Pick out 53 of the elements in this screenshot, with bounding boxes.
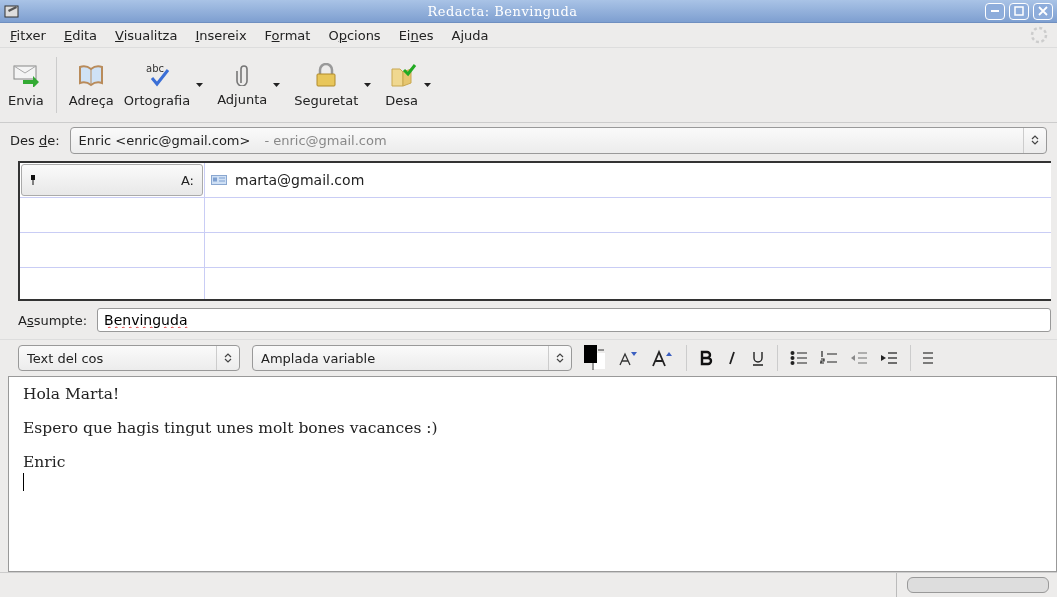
- body-paragraph: Hola Marta!: [23, 385, 121, 403]
- close-icon: [1038, 6, 1048, 16]
- menu-item[interactable]: Ajuda: [449, 27, 491, 43]
- bullet-list-icon[interactable]: [790, 350, 808, 366]
- paperclip-icon: [236, 63, 249, 86]
- text-color-icon[interactable]: [584, 345, 606, 371]
- subject-label: Assumpte:: [18, 312, 88, 328]
- pin-icon: [30, 175, 36, 185]
- numbered-list-icon[interactable]: [820, 350, 838, 366]
- toolbar-button[interactable]: Adjunta: [213, 59, 272, 111]
- indent-icon[interactable]: [880, 350, 898, 366]
- menu-item[interactable]: Visualitza: [113, 27, 180, 43]
- envelope-arrow-icon: [10, 62, 41, 87]
- font-smaller-icon[interactable]: [618, 349, 640, 367]
- font-dropdown[interactable]: Amplada variable: [252, 345, 572, 371]
- toolbar-button[interactable]: Adreça: [64, 58, 118, 112]
- outdent-icon[interactable]: [850, 350, 868, 366]
- menu-item[interactable]: Eines: [396, 27, 436, 43]
- spinner-arrows-icon: [556, 352, 564, 364]
- dropdown-arrow-icon[interactable]: [273, 83, 281, 87]
- menu-item[interactable]: Fitxer: [8, 27, 48, 43]
- from-label: Des de:: [10, 132, 60, 148]
- spinner-arrows-icon: [1031, 134, 1039, 146]
- dropdown-arrow-icon[interactable]: [196, 83, 204, 87]
- paragraph-style-dropdown[interactable]: Text del cos: [18, 345, 240, 371]
- minimize-icon: [991, 10, 999, 12]
- recipient-field[interactable]: marta@gmail.com: [235, 172, 365, 188]
- subject-field[interactable]: Benvinguda: [97, 308, 1051, 332]
- toolbar-button[interactable]: Seguretat: [290, 58, 363, 112]
- app-icon: [4, 4, 20, 18]
- maximize-icon: [1014, 6, 1024, 16]
- message-body-editor[interactable]: Hola Marta! Espero que hagis tingut unes molt bones vacances :) Enric: [8, 376, 1057, 572]
- menu-item[interactable]: Edita: [61, 27, 100, 43]
- window-title: Redacta: Benvinguda: [426, 3, 579, 19]
- spinner-arrows-icon: [224, 352, 232, 364]
- bold-icon[interactable]: [699, 350, 713, 366]
- from-account-dropdown[interactable]: Enric <enric@gmail.com> - enric@gmail.com: [69, 126, 1047, 154]
- toolbar-button[interactable]: Envia: [4, 58, 48, 112]
- font-larger-icon[interactable]: [652, 349, 674, 367]
- menu-item[interactable]: Insereix: [193, 27, 249, 43]
- underline-icon[interactable]: [751, 350, 765, 366]
- body-paragraph: Enric: [23, 453, 67, 471]
- menu-item[interactable]: Opcions: [326, 27, 383, 43]
- menu-item[interactable]: Format: [262, 27, 313, 43]
- align-icon[interactable]: [923, 350, 933, 366]
- activity-throbber-icon: [1029, 25, 1049, 45]
- contact-card-icon: [211, 175, 227, 185]
- recipient-type-button[interactable]: A:: [21, 164, 203, 196]
- toolbar-button[interactable]: Desa: [381, 58, 422, 112]
- dropdown-arrow-icon[interactable]: [364, 83, 372, 87]
- dropdown-arrow-icon[interactable]: [424, 83, 431, 87]
- body-paragraph: Espero que hagis tingut unes molt bones vacances :): [23, 419, 439, 437]
- toolbar-button[interactable]: abc Ortografia: [119, 58, 195, 112]
